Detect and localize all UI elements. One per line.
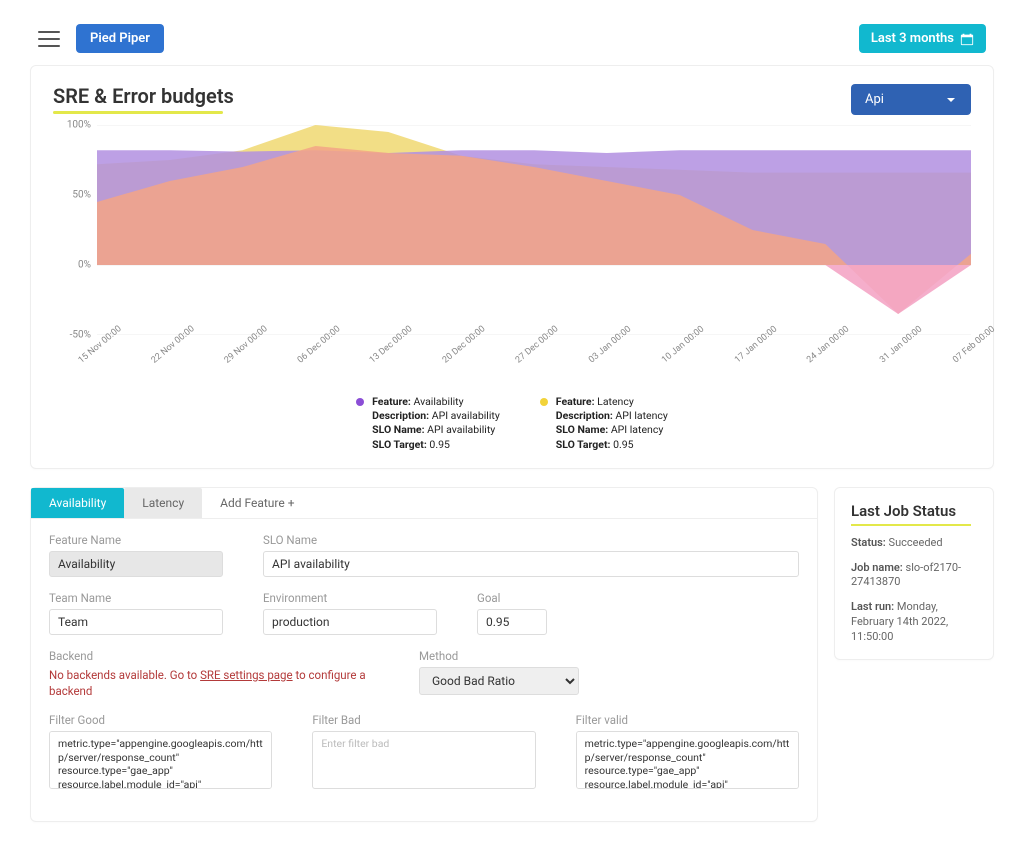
environment-input[interactable] bbox=[263, 609, 437, 635]
method-label: Method bbox=[419, 649, 579, 663]
tab-latency[interactable]: Latency bbox=[124, 488, 202, 518]
backend-label: Backend bbox=[49, 649, 379, 663]
job-status-value: Succeeded bbox=[889, 536, 943, 549]
feature-scope-select[interactable]: Api bbox=[851, 84, 971, 115]
sre-settings-link[interactable]: SRE settings page bbox=[200, 668, 293, 682]
goal-label: Goal bbox=[477, 591, 557, 605]
feature-config-card: AvailabilityLatencyAdd Feature + Feature… bbox=[30, 487, 818, 822]
filter-good-label: Filter Good bbox=[49, 713, 272, 727]
error-budget-chart: -50%0%50%100% 15 Nov 00:0022 Nov 00:0029… bbox=[53, 125, 971, 365]
chart-card: SRE & Error budgets Api -50%0%50%100% 15… bbox=[30, 65, 994, 469]
brand-badge[interactable]: Pied Piper bbox=[76, 24, 164, 53]
backend-warning: No backends available. Go to SRE setting… bbox=[49, 667, 379, 699]
feature-name-label: Feature Name bbox=[49, 533, 223, 547]
menu-icon[interactable] bbox=[38, 31, 60, 47]
filter-bad-textarea[interactable] bbox=[312, 731, 535, 789]
method-select[interactable]: Good Bad Ratio bbox=[419, 667, 579, 695]
feature-name-input[interactable] bbox=[49, 551, 223, 577]
legend-swatch bbox=[540, 398, 548, 406]
tab-add-feature-[interactable]: Add Feature + bbox=[202, 488, 312, 518]
goal-input[interactable] bbox=[477, 609, 547, 635]
environment-label: Environment bbox=[263, 591, 437, 605]
slo-name-input[interactable] bbox=[263, 551, 799, 577]
legend-entry: Feature: LatencyDescription: API latency… bbox=[540, 395, 668, 452]
filter-good-textarea[interactable] bbox=[49, 731, 272, 789]
time-range-label: Last 3 months bbox=[871, 31, 954, 46]
team-name-input[interactable] bbox=[49, 609, 223, 635]
job-status-title: Last Job Status bbox=[851, 502, 977, 526]
legend-swatch bbox=[356, 398, 364, 406]
team-name-label: Team Name bbox=[49, 591, 223, 605]
chevron-down-icon bbox=[945, 94, 957, 106]
tab-availability[interactable]: Availability bbox=[31, 488, 124, 518]
job-status-card: Last Job Status Status: Succeeded Job na… bbox=[834, 487, 994, 660]
legend-entry: Feature: AvailabilityDescription: API av… bbox=[356, 395, 500, 452]
chart-title: SRE & Error budgets bbox=[53, 84, 234, 114]
calendar-icon bbox=[960, 32, 974, 46]
filter-valid-label: Filter valid bbox=[576, 713, 799, 727]
filter-valid-textarea[interactable] bbox=[576, 731, 799, 789]
time-range-selector[interactable]: Last 3 months bbox=[859, 24, 986, 53]
filter-bad-label: Filter Bad bbox=[312, 713, 535, 727]
slo-name-label: SLO Name bbox=[263, 533, 799, 547]
